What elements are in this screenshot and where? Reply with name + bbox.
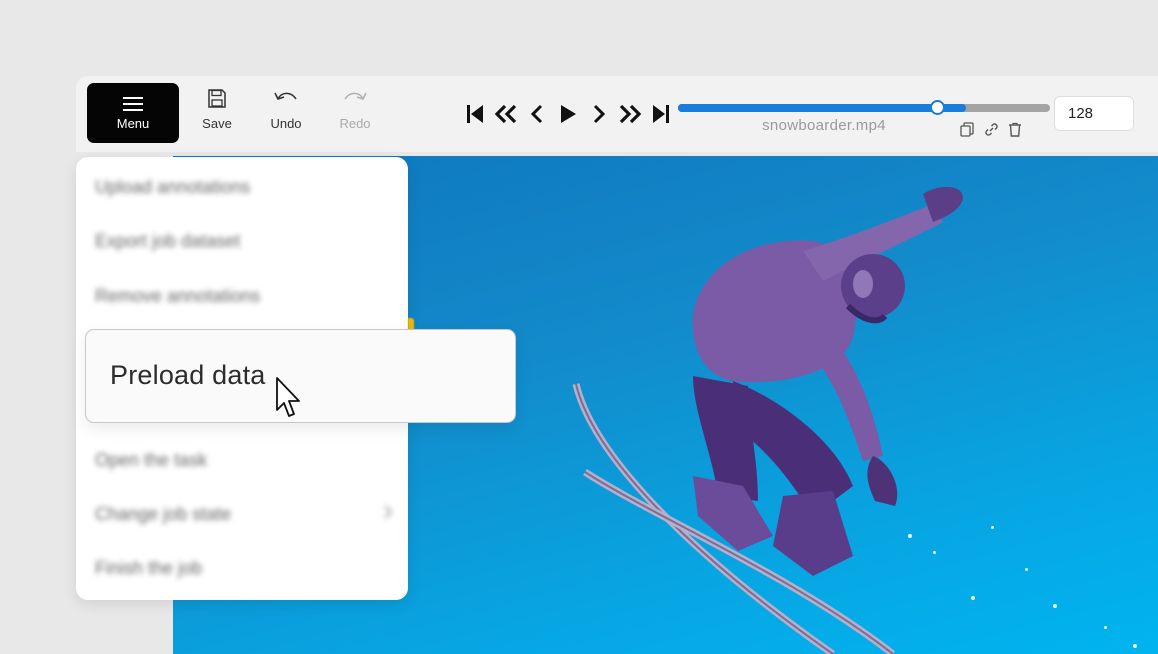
- chevron-left-icon: [530, 104, 543, 124]
- playback-controls: [462, 100, 674, 128]
- last-frame-button[interactable]: [648, 100, 674, 128]
- copy-filename-button[interactable]: [959, 121, 975, 137]
- menu-item-remove-annotations[interactable]: Remove annotations: [95, 286, 260, 307]
- play-icon: [561, 105, 576, 123]
- redo-label: Redo: [339, 116, 371, 131]
- previous-frame-button[interactable]: [524, 100, 550, 128]
- snow-particle: [1133, 644, 1137, 648]
- menu-item-export-job-dataset[interactable]: Export job dataset: [95, 231, 240, 252]
- mouse-cursor-icon: [276, 377, 300, 417]
- menu-item-open-the-task[interactable]: Open the task: [95, 450, 207, 471]
- snow-particle: [1104, 626, 1107, 629]
- frame-slider[interactable]: [678, 100, 1050, 115]
- redo-button[interactable]: Redo: [325, 88, 385, 138]
- menu-button-label: Menu: [116, 115, 150, 131]
- video-filename: snowboarder.mp4: [762, 117, 886, 134]
- menu-item-label: Change job state: [95, 504, 232, 524]
- snow-particle: [1053, 604, 1057, 608]
- chevron-right-icon: [593, 104, 606, 124]
- fast-forward-button[interactable]: [617, 100, 643, 128]
- next-frame-button[interactable]: [586, 100, 612, 128]
- menu-item-label: Upload annotations: [95, 177, 251, 197]
- save-label: Save: [202, 116, 232, 131]
- delete-frame-button[interactable]: [1007, 121, 1023, 137]
- snow-particle: [991, 526, 994, 529]
- filename-actions: [959, 121, 1023, 137]
- undo-icon: [274, 92, 297, 100]
- slider-progress-fill: [678, 104, 937, 112]
- menu-button[interactable]: Menu: [87, 83, 179, 143]
- undo-button[interactable]: Undo: [256, 88, 316, 138]
- copy-icon: [960, 121, 974, 137]
- skip-to-start-icon: [467, 105, 483, 123]
- double-chevron-right-icon: [619, 104, 642, 124]
- play-button[interactable]: [555, 100, 581, 128]
- menu-item-label: Finish the job: [95, 558, 203, 578]
- frame-number-input[interactable]: [1054, 96, 1134, 131]
- snow-particle: [1025, 568, 1028, 571]
- annotation-toolbar: Menu Save Undo Redo snowboarder.mp4 128: [76, 76, 1158, 152]
- skip-to-end-icon: [653, 105, 669, 123]
- menu-item-label: Preload data: [110, 360, 266, 390]
- snow-particle: [971, 596, 975, 600]
- menu-item-upload-annotations[interactable]: Upload annotations: [95, 177, 250, 198]
- snow-particle: [908, 534, 912, 538]
- slider-thumb[interactable]: [929, 100, 945, 115]
- hamburger-icon: [123, 96, 143, 111]
- menu-item-finish-the-job[interactable]: Finish the job: [95, 558, 202, 579]
- menu-item-label: Export job dataset: [95, 231, 241, 251]
- chevron-right-icon: [383, 504, 393, 525]
- link-icon: [984, 122, 998, 136]
- redo-icon: [344, 92, 367, 100]
- menu-item-change-job-state[interactable]: Change job state: [95, 504, 395, 525]
- trash-icon: [1009, 122, 1021, 137]
- double-chevron-left-icon: [494, 104, 517, 124]
- menu-item-label: Open the task: [95, 450, 208, 470]
- menu-item-label: Remove annotations: [95, 286, 261, 306]
- save-button[interactable]: Save: [187, 88, 247, 138]
- fast-backward-button[interactable]: [493, 100, 519, 128]
- first-frame-button[interactable]: [462, 100, 488, 128]
- copy-link-button[interactable]: [983, 121, 999, 137]
- save-icon: [208, 89, 226, 108]
- undo-label: Undo: [270, 116, 302, 131]
- snow-particle: [933, 551, 936, 554]
